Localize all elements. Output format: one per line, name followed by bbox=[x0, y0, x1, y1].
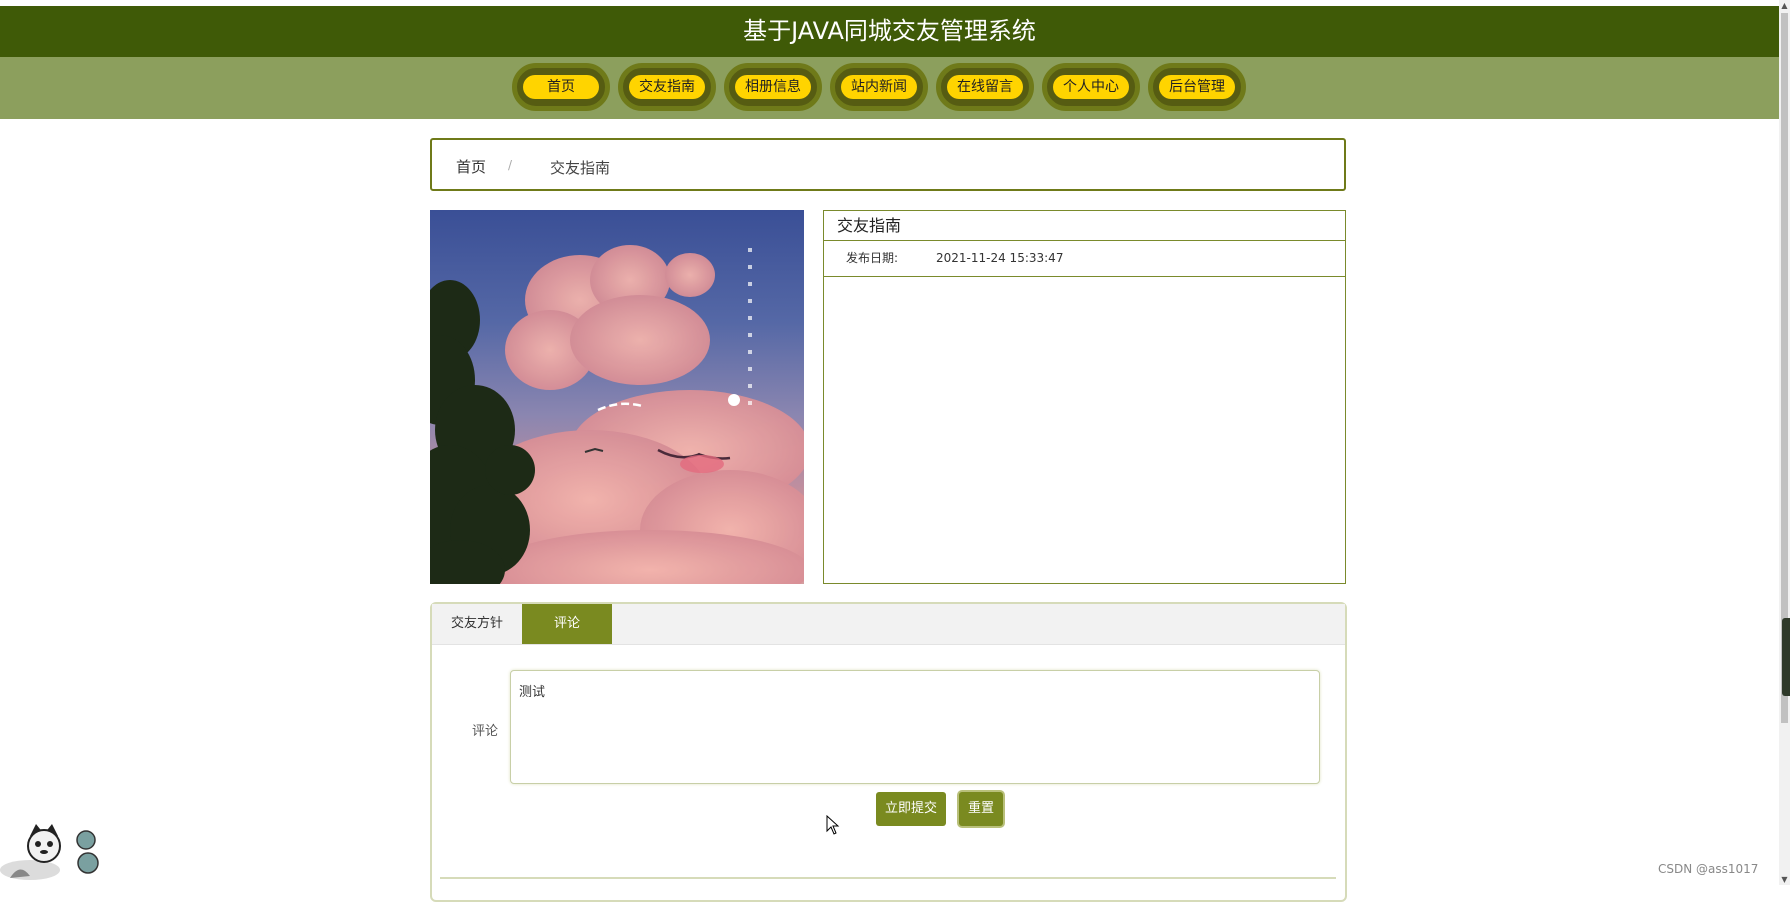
nav-item-label: 个人中心 bbox=[1053, 75, 1129, 99]
guide-cover-image bbox=[430, 210, 804, 584]
nav-item-admin[interactable]: 后台管理 bbox=[1148, 63, 1246, 111]
publish-date-value: 2021-11-24 15:33:47 bbox=[936, 251, 1064, 265]
mouse-pointer-icon bbox=[826, 815, 840, 835]
scroll-down-arrow-icon[interactable]: ▼ bbox=[1779, 874, 1790, 885]
scroll-up-arrow-icon[interactable]: ▲ bbox=[1779, 0, 1790, 11]
breadcrumb-home-link[interactable]: 首页 bbox=[456, 156, 486, 177]
floating-side-widget[interactable] bbox=[1782, 618, 1790, 696]
nav-item-news[interactable]: 站内新闻 bbox=[830, 63, 928, 111]
publish-date-label: 发布日期: bbox=[846, 251, 899, 265]
nav-item-label: 相册信息 bbox=[735, 75, 811, 99]
reset-button[interactable]: 重置 bbox=[959, 792, 1003, 826]
nav-item-label: 后台管理 bbox=[1159, 75, 1235, 99]
comment-textarea[interactable]: 测试 bbox=[510, 670, 1320, 784]
nav-item-label: 首页 bbox=[523, 75, 599, 99]
nav-list: 首页 交友指南 相册信息 站内新闻 在线留言 个人中心 后台管理 bbox=[512, 63, 1246, 111]
publish-date-row: 发布日期: 2021-11-24 15:33:47 bbox=[824, 241, 1345, 277]
nav-item-label: 交友指南 bbox=[629, 75, 705, 99]
site-header: 基于JAVA同城交友管理系统 bbox=[0, 6, 1779, 57]
detail-tabs-card: 交友方针 评论 评论 测试 立即提交 重置 bbox=[430, 602, 1347, 902]
nav-item-profile[interactable]: 个人中心 bbox=[1042, 63, 1140, 111]
tab-header: 交友方针 评论 bbox=[432, 604, 1345, 645]
main-nav: 首页 交友指南 相册信息 站内新闻 在线留言 个人中心 后台管理 bbox=[0, 57, 1779, 119]
nav-item-messages[interactable]: 在线留言 bbox=[936, 63, 1034, 111]
cat-mascot-icon[interactable] bbox=[0, 818, 100, 882]
tab-dating-policy[interactable]: 交友方针 bbox=[432, 604, 522, 644]
csdn-watermark: CSDN @ass1017 bbox=[1658, 862, 1759, 876]
nav-item-label: 站内新闻 bbox=[841, 75, 917, 99]
comment-field-label: 评论 bbox=[472, 724, 499, 739]
site-title: 基于JAVA同城交友管理系统 bbox=[743, 17, 1036, 45]
breadcrumb: 首页 / 交友指南 bbox=[430, 138, 1346, 191]
page-scrollbar[interactable]: ▲ ▼ bbox=[1779, 0, 1790, 885]
nav-item-home[interactable]: 首页 bbox=[512, 63, 610, 111]
nav-item-album[interactable]: 相册信息 bbox=[724, 63, 822, 111]
nav-item-dating-guide[interactable]: 交友指南 bbox=[618, 63, 716, 111]
next-section-edge bbox=[440, 877, 1336, 879]
guide-title: 交友指南 bbox=[824, 211, 1345, 241]
breadcrumb-separator: / bbox=[508, 158, 513, 172]
submit-button[interactable]: 立即提交 bbox=[876, 792, 946, 826]
nav-item-label: 在线留言 bbox=[947, 75, 1023, 99]
guide-info-panel: 交友指南 发布日期: 2021-11-24 15:33:47 bbox=[823, 210, 1346, 584]
sky-illustration bbox=[430, 245, 804, 584]
tab-comments[interactable]: 评论 bbox=[522, 604, 612, 644]
scroll-thumb[interactable] bbox=[1781, 13, 1788, 723]
breadcrumb-current: 交友指南 bbox=[550, 159, 611, 177]
